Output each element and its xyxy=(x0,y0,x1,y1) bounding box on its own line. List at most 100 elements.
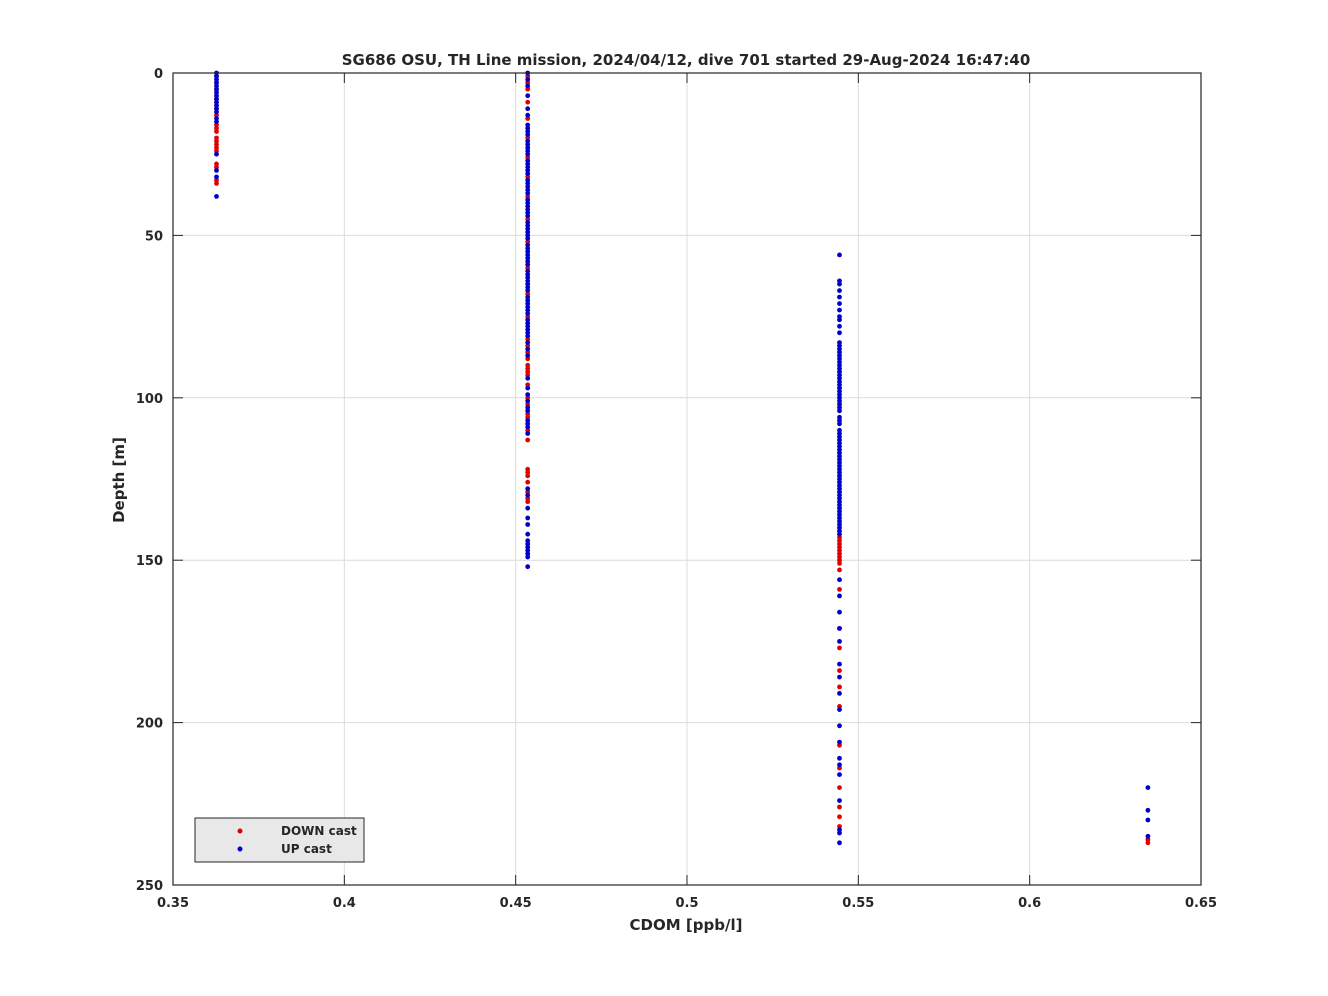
legend-label-up-cast: UP cast xyxy=(281,842,332,856)
data-point xyxy=(837,840,842,846)
data-point xyxy=(837,830,842,836)
data-point xyxy=(837,772,842,777)
data-point xyxy=(837,609,842,615)
y-axis-label: Depth [m] xyxy=(110,437,128,523)
y-tick-label: 0 xyxy=(154,67,163,82)
data-point xyxy=(525,311,531,316)
data-point xyxy=(837,288,842,293)
y-tick-label: 200 xyxy=(136,717,163,732)
data-point xyxy=(837,804,842,810)
data-point xyxy=(837,330,842,336)
data-point xyxy=(214,151,219,157)
data-point xyxy=(525,554,531,560)
data-point xyxy=(837,739,842,745)
legend: DOWN cast UP cast xyxy=(194,817,365,863)
data-point xyxy=(525,262,531,267)
data-point xyxy=(525,190,531,196)
y-tick-label: 150 xyxy=(136,554,163,569)
data-point xyxy=(525,424,531,430)
data-point xyxy=(837,577,842,583)
x-axis-label: CDOM [ppb/l] xyxy=(630,916,743,934)
data-point xyxy=(525,479,531,485)
data-point xyxy=(837,668,842,673)
data-point xyxy=(837,645,842,651)
data-point xyxy=(525,564,531,570)
data-point xyxy=(525,236,531,242)
data-point xyxy=(837,626,842,631)
data-point xyxy=(837,593,842,599)
x-tick-label: 0.65 xyxy=(1185,896,1217,911)
y-tick-label: 100 xyxy=(136,392,163,407)
data-point xyxy=(837,661,842,667)
data-point xyxy=(837,639,842,644)
data-point xyxy=(525,392,531,397)
chart-title: SG686 OSU, TH Line mission, 2024/04/12, … xyxy=(342,51,1031,69)
data-point xyxy=(837,814,842,820)
data-point xyxy=(525,505,531,511)
data-point xyxy=(214,168,219,173)
data-point xyxy=(837,307,842,313)
data-point xyxy=(837,684,842,690)
data-point xyxy=(525,288,531,293)
data-point xyxy=(837,707,842,712)
data-point xyxy=(525,151,531,157)
data-point xyxy=(837,755,842,761)
legend-marker-down-cast xyxy=(237,828,243,834)
data-point xyxy=(837,252,842,258)
data-point xyxy=(837,567,842,573)
data-point xyxy=(525,99,531,105)
data-point xyxy=(214,194,219,199)
cdom-depth-chart: 0.35 0.4 0.45 0.5 0.55 0.6 0.65 0 50 100 150 200 250… xyxy=(0,0,1328,996)
legend-marker-up-cast xyxy=(237,846,243,852)
data-point xyxy=(837,561,842,566)
x-tick-label: 0.5 xyxy=(675,896,698,911)
data-point xyxy=(525,112,531,118)
data-point xyxy=(837,531,842,537)
data-point xyxy=(525,333,531,339)
legend-label-down-cast: DOWN cast xyxy=(281,824,357,838)
data-point xyxy=(525,83,531,89)
data-point xyxy=(1145,840,1151,846)
x-tick-label: 0.35 xyxy=(157,896,189,911)
data-point xyxy=(837,301,842,306)
data-point xyxy=(837,281,842,287)
x-tick-label: 0.45 xyxy=(500,896,532,911)
data-point xyxy=(837,587,842,592)
data-point xyxy=(837,674,842,680)
data-point xyxy=(1145,833,1151,839)
data-point xyxy=(525,340,531,345)
data-point xyxy=(837,421,842,427)
data-point xyxy=(214,109,219,115)
y-tick-label: 250 xyxy=(136,879,163,894)
data-point xyxy=(1145,817,1151,823)
x-tick-label: 0.55 xyxy=(842,896,874,911)
data-point xyxy=(525,499,531,505)
data-point xyxy=(525,492,531,498)
data-point xyxy=(837,723,842,729)
data-point xyxy=(525,93,531,99)
data-point xyxy=(837,317,842,323)
data-point xyxy=(525,408,531,414)
data-point xyxy=(525,398,531,404)
data-point xyxy=(525,531,531,537)
data-point xyxy=(1145,807,1151,813)
data-point xyxy=(525,77,531,82)
data-point xyxy=(525,431,531,436)
data-point xyxy=(837,408,842,414)
data-point xyxy=(525,213,531,219)
data-point xyxy=(214,181,219,186)
data-point xyxy=(525,132,531,138)
x-tick-label: 0.6 xyxy=(1018,896,1041,911)
data-point xyxy=(214,129,219,134)
data-point xyxy=(837,798,842,803)
x-tick-label: 0.4 xyxy=(333,896,356,911)
data-point xyxy=(837,785,842,790)
y-tick-label: 50 xyxy=(145,229,163,244)
data-point xyxy=(1145,785,1151,790)
data-point xyxy=(525,486,531,492)
data-point xyxy=(837,762,842,768)
data-point xyxy=(525,385,531,391)
data-point xyxy=(837,294,842,300)
data-point xyxy=(525,346,531,352)
data-point xyxy=(525,515,531,521)
